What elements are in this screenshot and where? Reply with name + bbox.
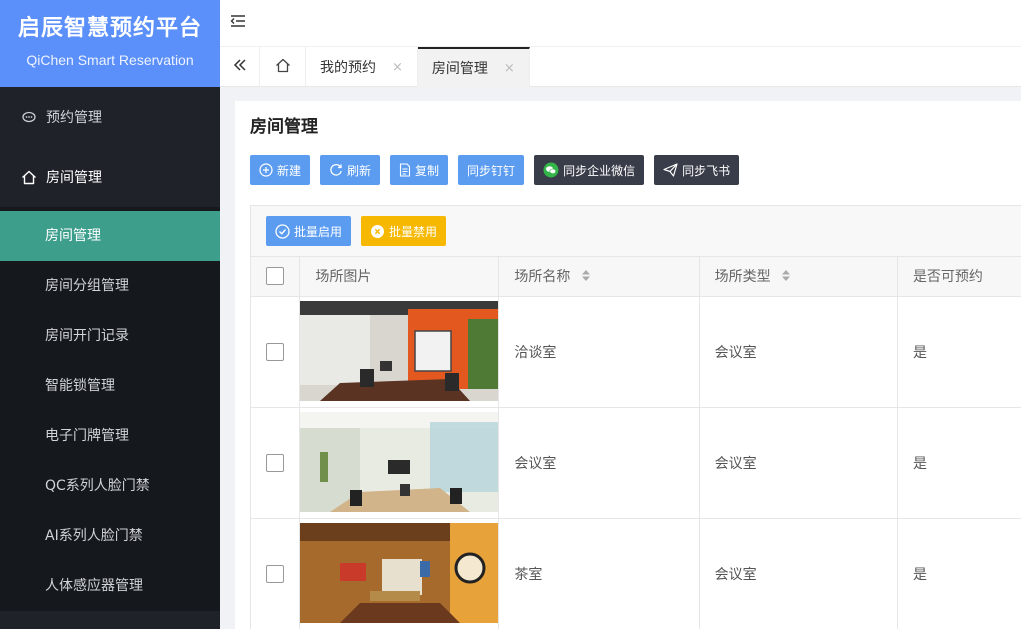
select-all-checkbox[interactable] [266,267,285,286]
close-circle-icon [370,224,385,239]
menu-group-label: 房间管理 [46,170,102,186]
page-title: 房间管理 [250,117,318,137]
menu-fold-icon[interactable] [230,14,248,32]
paper-plane-icon [663,163,678,177]
check-circle-icon [275,223,290,239]
button-label: 刷新 [347,163,372,178]
new-button[interactable]: 新建 [250,155,311,185]
home-icon [20,168,38,186]
brand-header: 启辰智慧预约平台 QiChen Smart Reservation [0,0,220,87]
sidebar-item-door-records[interactable]: 房间开门记录 [0,311,220,361]
chat-icon [20,108,38,126]
room-table: 场所图片 场所名称 场所类型 是否可预约 洽谈室 会议室 是 会议室 会议室 是… [251,257,1021,629]
room-photo [300,300,499,401]
batch-enable-button[interactable]: 批量启用 [266,216,352,246]
tab-home[interactable] [260,47,306,87]
tab-room-management[interactable]: 房间管理 × [417,47,530,87]
select-all-cell [251,257,301,297]
sidebar-item-ai-face[interactable]: AI系列人脸门禁 [0,511,220,561]
sort-icon[interactable] [781,269,791,286]
header-type[interactable]: 场所类型 [699,257,898,297]
room-type: 会议室 [699,296,898,408]
header-label: 场所类型 [714,269,771,286]
toolbar: 新建 刷新 复制 同步钉钉 同步企业微信 同步飞书 [250,155,749,185]
header-bookable: 是否可预约 [897,257,1021,297]
sidebar-item-qc-face[interactable]: QC系列人脸门禁 [0,461,220,511]
tab-label: 房间管理 [431,61,488,77]
sync-wecom-button[interactable]: 同步企业微信 [534,155,645,185]
room-image-cell [299,296,500,408]
sort-icon[interactable] [581,269,591,286]
row-checkbox[interactable] [266,342,285,361]
double-chevron-left-icon [233,58,247,76]
sync-dingtalk-button[interactable]: 同步钉钉 [458,155,525,185]
room-bookable: 是 [897,296,1021,408]
sidebar-item-motion-sensor[interactable]: 人体感应器管理 [0,561,220,611]
button-label: 同步钉钉 [467,163,516,178]
menu-group-reservation[interactable]: 预约管理 [0,87,220,147]
button-label: 批量禁用 [389,224,438,239]
refresh-icon [329,163,343,177]
table-row[interactable]: 洽谈室 会议室 是 [251,296,1021,408]
sidebar-item-room-group[interactable]: 房间分组管理 [0,261,220,311]
room-photo [300,411,499,512]
table-row[interactable]: 会议室 会议室 是 [251,407,1021,519]
room-name: 洽谈室 [498,296,700,408]
table-row[interactable]: 茶室 会议室 是 [251,518,1021,629]
row-select-cell [251,296,301,408]
button-label: 复制 [415,163,440,178]
tabs-bar: 我的预约 × 房间管理 × [220,47,1021,87]
plus-circle-icon [259,163,273,177]
room-submenu: 房间管理 房间分组管理 房间开门记录 智能锁管理 电子门牌管理 QC系列人脸门禁… [0,207,220,611]
brand-subtitle: QiChen Smart Reservation [26,52,194,68]
refresh-button[interactable]: 刷新 [320,155,381,185]
room-bookable: 是 [897,518,1021,629]
close-icon[interactable]: × [504,61,515,76]
button-label: 批量启用 [294,224,343,239]
table-header-row: 场所图片 场所名称 场所类型 是否可预约 [251,257,1021,297]
room-type: 会议室 [699,407,898,519]
sidebar: 启辰智慧预约平台 QiChen Smart Reservation 预约管理 房… [0,0,220,629]
sidebar-item-door-plate[interactable]: 电子门牌管理 [0,411,220,461]
top-bar [220,0,1021,47]
room-name: 会议室 [498,407,700,519]
menu-group-room[interactable]: 房间管理 [0,147,220,207]
table-toolbar: 批量启用 批量禁用 [251,206,1021,257]
sidebar-item-smart-lock[interactable]: 智能锁管理 [0,361,220,411]
button-label: 同步企业微信 [563,163,636,178]
brand-title: 启辰智慧预约平台 [17,16,202,41]
row-checkbox[interactable] [266,453,285,472]
header-image: 场所图片 [299,257,500,297]
batch-disable-button[interactable]: 批量禁用 [361,216,447,246]
home-icon [275,58,291,77]
room-type: 会议室 [699,518,898,629]
menu-group-label: 预约管理 [46,110,102,126]
button-label: 同步飞书 [682,163,731,178]
room-image-cell [299,518,500,629]
tab-label: 我的预约 [320,60,376,76]
close-icon[interactable]: × [392,60,403,75]
sync-feishu-button[interactable]: 同步飞书 [654,155,740,185]
room-photo [300,522,499,623]
row-select-cell [251,518,301,629]
wechat-icon [543,162,559,178]
header-label: 场所名称 [514,269,571,286]
header-name[interactable]: 场所名称 [498,257,700,297]
row-checkbox[interactable] [266,564,285,583]
tabs-scroll-left[interactable] [220,47,260,87]
sidebar-item-room-management[interactable]: 房间管理 [0,211,220,261]
copy-button[interactable]: 复制 [390,155,449,185]
room-image-cell [299,407,500,519]
room-bookable: 是 [897,407,1021,519]
document-icon [399,163,411,177]
tab-my-reservations[interactable]: 我的预约 × [306,47,418,87]
button-label: 新建 [277,163,302,178]
room-name: 茶室 [498,518,700,629]
room-table-container: 批量启用 批量禁用 场所图片 场所名称 场所类型 是否可预约 洽谈室 会议室 是… [250,205,1021,629]
main-panel: 房间管理 新建 刷新 复制 同步钉钉 同步企业微信 同步飞书 批量启用 批量禁用… [235,101,1021,629]
row-select-cell [251,407,301,519]
